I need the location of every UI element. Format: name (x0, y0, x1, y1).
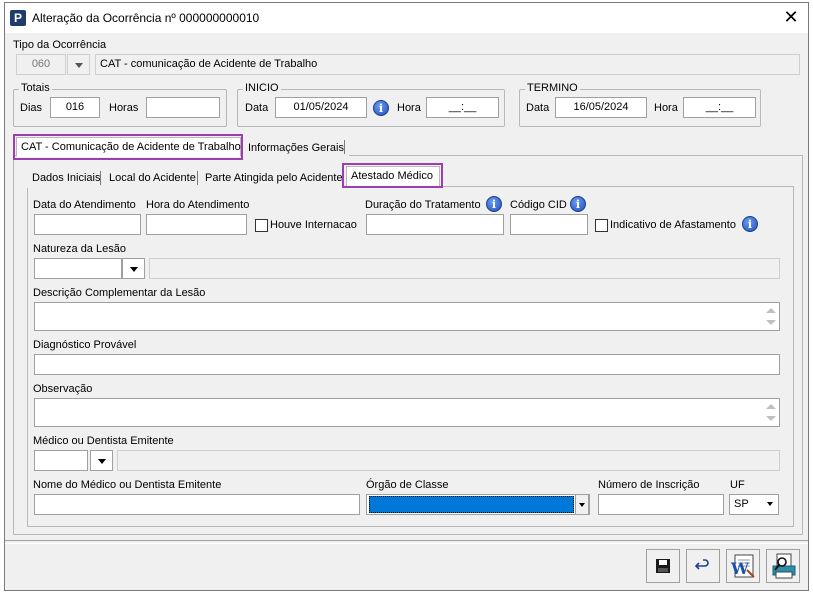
indicativo-info-icon[interactable]: i (742, 216, 758, 232)
duracao-tratamento-label: Duração do Tratamento (365, 199, 481, 211)
descricao-complementar-textarea[interactable] (34, 302, 780, 331)
duracao-info-icon[interactable]: i (486, 196, 502, 212)
houve-internacao-label: Houve Internacao (270, 219, 357, 231)
app-logo-icon: P (10, 10, 26, 26)
scroll-down-icon[interactable] (766, 320, 776, 325)
uf-value: SP (734, 498, 749, 510)
termino-data-label: Data (526, 102, 550, 114)
subtab-separator (100, 171, 101, 185)
codigo-cid-info-icon[interactable]: i (570, 196, 586, 212)
svg-text:W: W (730, 559, 750, 578)
natureza-lesao-description-field (149, 258, 780, 279)
uf-label: UF (730, 479, 745, 491)
uf-select[interactable]: SP (729, 494, 779, 515)
print-preview-icon (772, 553, 796, 579)
inicio-legend: INICIO (243, 82, 281, 94)
totais-legend: Totais (19, 82, 52, 94)
tipo-code-field[interactable]: 060 (16, 54, 66, 75)
dias-label: Dias (20, 102, 43, 114)
houve-internacao-checkbox[interactable] (255, 219, 268, 232)
orgao-classe-select[interactable] (366, 494, 590, 515)
inicio-data-label: Data (245, 102, 269, 114)
tipo-description-field: CAT - comunicação de Acidente de Trabalh… (95, 54, 800, 75)
observacao-label: Observação (33, 383, 93, 395)
medico-emitente-description-field (117, 450, 780, 471)
inicio-data-field[interactable]: 01/05/2024 (275, 97, 367, 118)
inicio-hora-field[interactable]: __:__ (426, 97, 499, 118)
descricao-complementar-label: Descrição Complementar da Lesão (33, 287, 206, 299)
undo-icon (694, 559, 709, 570)
codigo-cid-label: Código CID (510, 199, 567, 211)
horas-field[interactable] (146, 97, 220, 118)
numero-inscricao-label: Número de Inscrição (598, 479, 700, 491)
dialog-window: P Alteração da Ocorrência nº 00000000001… (4, 2, 809, 591)
nome-medico-field[interactable] (34, 494, 360, 515)
observacao-textarea[interactable] (34, 398, 780, 427)
dias-field[interactable]: 016 (50, 97, 100, 118)
inicio-hora-label: Hora (397, 102, 421, 114)
tab-cat-highlight (13, 134, 243, 160)
hora-atendimento-label: Hora do Atendimento (146, 199, 250, 211)
termino-hora-field[interactable]: __:__ (683, 97, 756, 118)
inicio-info-icon[interactable]: i (373, 100, 389, 116)
footer-separator (5, 543, 808, 544)
termino-hora-label: Hora (654, 102, 678, 114)
save-icon (656, 559, 670, 573)
termino-legend: TERMINO (525, 82, 580, 94)
codigo-cid-field[interactable] (510, 214, 588, 235)
indicativo-afastamento-label: Indicativo de Afastamento (610, 219, 736, 231)
natureza-lesao-code-field[interactable] (34, 258, 122, 279)
scroll-down-icon[interactable] (766, 416, 776, 421)
title-bar: P Alteração da Ocorrência nº 00000000001… (5, 3, 808, 33)
print-preview-button[interactable] (766, 549, 800, 583)
diagnostico-field[interactable] (34, 354, 780, 375)
orgao-classe-dropdown-button[interactable] (575, 495, 589, 514)
tab-informacoes-gerais[interactable]: Informações Gerais (243, 138, 349, 158)
data-atendimento-label: Data do Atendimento (33, 199, 136, 211)
subtab-local-acidente[interactable]: Local do Acidente (104, 168, 201, 188)
hora-atendimento-field[interactable] (146, 214, 247, 235)
nome-medico-label: Nome do Médico ou Dentista Emitente (33, 479, 222, 491)
footer-separator (5, 540, 808, 541)
duracao-tratamento-field[interactable] (366, 214, 504, 235)
subtab-parte-atingida[interactable]: Parte Atingida pelo Acidente (200, 168, 348, 188)
undo-button[interactable] (686, 549, 720, 583)
termino-data-field[interactable]: 16/05/2024 (555, 97, 647, 118)
scroll-up-icon[interactable] (766, 404, 776, 409)
close-button[interactable]: ✕ (778, 6, 804, 30)
save-button[interactable] (646, 549, 680, 583)
data-atendimento-field[interactable] (34, 214, 141, 235)
natureza-lesao-label: Natureza da Lesão (33, 243, 126, 255)
tab-separator (344, 140, 345, 154)
diagnostico-label: Diagnóstico Provável (33, 339, 137, 351)
tipo-ocorrencia-label: Tipo da Ocorrência (13, 39, 107, 51)
orgao-classe-selection (369, 496, 574, 513)
subtab-atestado-highlight (342, 163, 443, 188)
medico-emitente-dropdown-button[interactable] (90, 450, 113, 471)
indicativo-afastamento-checkbox[interactable] (595, 219, 608, 232)
export-word-button[interactable]: W (726, 549, 760, 583)
medico-emitente-label: Médico ou Dentista Emitente (33, 435, 174, 447)
tipo-dropdown-button[interactable] (67, 54, 90, 75)
word-document-icon: W (730, 554, 755, 578)
medico-emitente-code-field[interactable] (34, 450, 88, 471)
horas-label: Horas (109, 102, 139, 114)
orgao-classe-label: Órgão de Classe (366, 479, 449, 491)
window-title: Alteração da Ocorrência nº 000000000010 (32, 11, 260, 25)
uf-dropdown-button[interactable] (764, 495, 778, 514)
natureza-lesao-dropdown-button[interactable] (122, 258, 145, 279)
subtab-dados-iniciais[interactable]: Dados Iniciais (27, 168, 106, 188)
numero-inscricao-field[interactable] (598, 494, 724, 515)
subtab-separator (197, 171, 198, 185)
scroll-up-icon[interactable] (766, 308, 776, 313)
